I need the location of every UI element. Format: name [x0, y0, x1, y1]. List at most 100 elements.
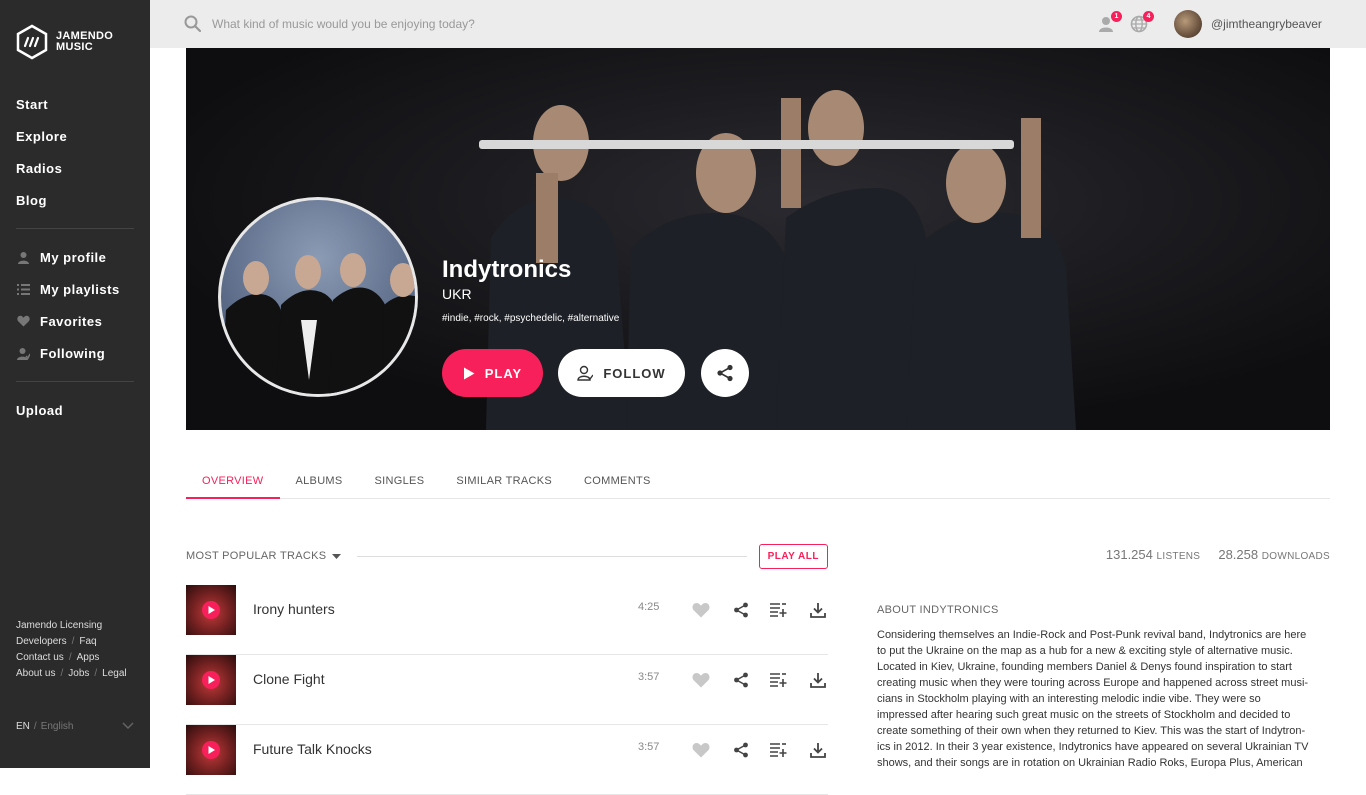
popular-tracks-header: MOST POPULAR TRACKS PLAY ALL — [186, 543, 828, 569]
logo-hexagon-icon — [16, 24, 48, 60]
popular-tracks-title: MOST POPULAR TRACKS — [186, 550, 327, 562]
play-icon — [208, 746, 215, 754]
about-line: shows, and their songs are in rotation o… — [877, 757, 1303, 769]
language-name: English — [40, 721, 74, 732]
sidebar-item-my-playlists[interactable]: My playlists — [16, 273, 134, 305]
language-slash: / — [33, 721, 37, 732]
sidebar-item-explore[interactable]: Explore — [16, 120, 134, 152]
section-divider — [357, 555, 747, 557]
sidebar-divider — [16, 228, 134, 229]
sidebar-item-my-profile[interactable]: My profile — [16, 241, 134, 273]
footer-link-jobs[interactable]: Jobs — [68, 668, 89, 679]
artist-tags[interactable]: #indie, #rock, #psychedelic, #alternativ… — [442, 313, 619, 324]
track-cover — [186, 655, 236, 705]
sidebar-item-label: Start — [16, 96, 49, 112]
track-title[interactable]: Clone Fight — [253, 671, 325, 687]
download-icon — [810, 603, 826, 618]
jamendo-logo[interactable]: JAMENDO MUSIC — [16, 24, 113, 60]
footer-link-faq[interactable]: Faq — [79, 636, 96, 647]
share-track-button[interactable] — [731, 740, 751, 760]
tab-singles[interactable]: SINGLES — [359, 465, 441, 499]
about-line: Considering themselves an Indie-Rock and… — [877, 629, 1307, 641]
favorite-track-button[interactable] — [691, 740, 711, 760]
downloads-count: 28.258 — [1218, 547, 1259, 562]
favorite-track-button[interactable] — [691, 670, 711, 690]
listens-count: 131.254 — [1105, 547, 1153, 562]
tab-overview[interactable]: OVERVIEW — [186, 465, 280, 499]
globe-notification-button[interactable]: 4 — [1130, 11, 1154, 33]
download-icon — [810, 673, 826, 688]
tab-albums[interactable]: ALBUMS — [280, 465, 359, 499]
about-title: ABOUT INDYTRONICS — [877, 604, 999, 616]
download-track-button[interactable] — [808, 600, 828, 620]
about-line: impressed after hearing such great music… — [877, 709, 1291, 721]
track-play-button[interactable] — [202, 601, 220, 619]
footer-link-licensing[interactable]: Jamendo Licensing — [16, 620, 102, 631]
sidebar-item-favorites[interactable]: Favorites — [16, 305, 134, 337]
sidebar: JAMENDO MUSIC Start Explore Radios Blog … — [0, 0, 150, 768]
sidebar-item-label: Upload — [16, 402, 64, 418]
download-track-button[interactable] — [808, 670, 828, 690]
sidebar-item-label: Favorites — [40, 313, 103, 329]
about-line: ics in 2012. In their 3 year existence, … — [877, 741, 1309, 753]
favorite-track-button[interactable] — [691, 600, 711, 620]
footer-link-developers[interactable]: Developers — [16, 636, 67, 647]
play-icon — [463, 367, 475, 379]
language-selector[interactable]: EN / English — [16, 721, 134, 732]
about-line: create something of their own when they … — [877, 725, 1306, 737]
download-track-button[interactable] — [808, 740, 828, 760]
top-bar: 1 4 @jimtheangrybeaver — [150, 0, 1366, 48]
track-cover — [186, 585, 236, 635]
logo-text: JAMENDO MUSIC — [56, 31, 113, 53]
sidebar-item-blog[interactable]: Blog — [16, 184, 134, 216]
about-text: Considering themselves an Indie-Rock and… — [877, 627, 1330, 771]
footer-link-legal[interactable]: Legal — [102, 668, 126, 679]
avatar[interactable] — [1174, 10, 1202, 38]
share-button[interactable] — [701, 349, 749, 397]
share-track-button[interactable] — [731, 670, 751, 690]
sidebar-item-label: Blog — [16, 192, 47, 208]
tab-comments[interactable]: COMMENTS — [568, 465, 667, 499]
footer-link-apps[interactable]: Apps — [77, 652, 100, 663]
about-line: to put the Ukraine on the map as a hub f… — [877, 645, 1293, 657]
track-duration: 4:25 — [638, 601, 660, 613]
playlist-icon — [16, 282, 30, 296]
search-input[interactable] — [212, 12, 712, 36]
footer-link-about[interactable]: About us — [16, 668, 55, 679]
popular-tracks-dropdown[interactable]: MOST POPULAR TRACKS — [186, 550, 342, 562]
share-track-button[interactable] — [731, 600, 751, 620]
play-icon — [208, 676, 215, 684]
sidebar-item-upload[interactable]: Upload — [16, 394, 134, 426]
share-icon — [717, 364, 733, 382]
chevron-down-icon — [122, 721, 134, 732]
artist-avatar-photo — [221, 253, 415, 394]
user-icon — [16, 250, 30, 264]
track-row: Future Talk Knocks 3:57 — [186, 725, 828, 795]
sidebar-item-start[interactable]: Start — [16, 88, 134, 120]
sidebar-item-following[interactable]: Following — [16, 337, 134, 369]
add-to-playlist-button[interactable] — [768, 740, 788, 760]
sidebar-item-label: Radios — [16, 160, 63, 176]
footer-link-contact[interactable]: Contact us — [16, 652, 64, 663]
about-line: Located in Kiev, Ukraine, founding membe… — [877, 661, 1292, 673]
track-title[interactable]: Future Talk Knocks — [253, 741, 372, 757]
add-to-playlist-icon — [769, 673, 786, 687]
track-title[interactable]: Irony hunters — [253, 601, 335, 617]
logo-line-2: MUSIC — [56, 41, 93, 53]
sidebar-item-radios[interactable]: Radios — [16, 152, 134, 184]
username-label[interactable]: @jimtheangrybeaver — [1211, 17, 1322, 31]
play-all-button[interactable]: PLAY ALL — [758, 543, 828, 569]
track-play-button[interactable] — [202, 671, 220, 689]
add-to-playlist-button[interactable] — [768, 600, 788, 620]
add-to-playlist-icon — [769, 603, 786, 617]
add-to-playlist-button[interactable] — [768, 670, 788, 690]
track-play-button[interactable] — [202, 741, 220, 759]
play-button[interactable]: PLAY — [442, 349, 543, 397]
search-icon — [184, 15, 202, 37]
follow-button[interactable]: FOLLOW — [558, 349, 685, 397]
add-to-playlist-icon — [769, 743, 786, 757]
share-icon — [734, 602, 748, 618]
friends-notification-button[interactable]: 1 — [1098, 11, 1122, 33]
tab-similar-tracks[interactable]: SIMILAR TRACKS — [440, 465, 568, 499]
heart-icon — [692, 603, 710, 618]
